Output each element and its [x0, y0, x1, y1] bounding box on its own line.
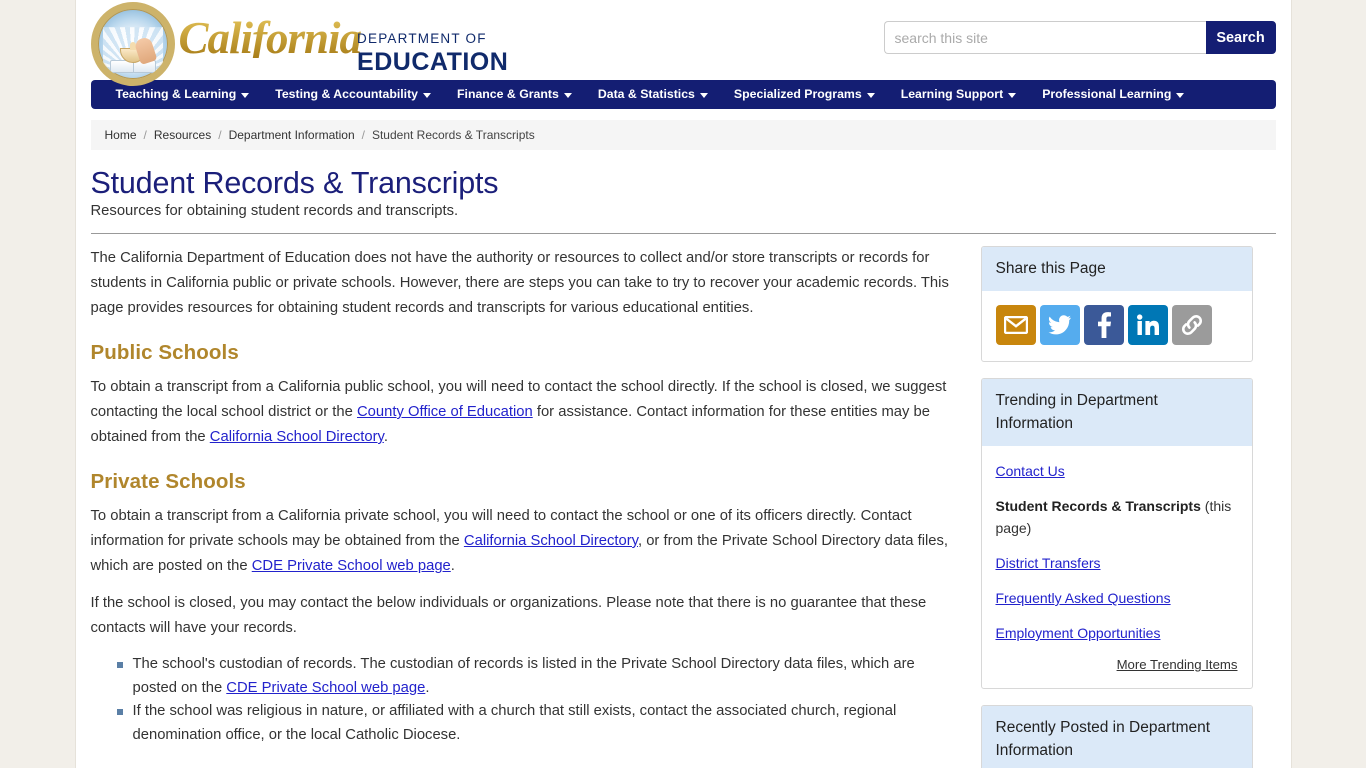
- breadcrumb-item-student-records-transcripts: Student Records & Transcripts: [371, 128, 535, 142]
- chevron-down-icon: [699, 93, 708, 98]
- page-subtitle: Resources for obtaining student records …: [90, 203, 459, 219]
- sidebar: Share this Page Trending in Department I…: [980, 234, 1253, 768]
- trending-item-label[interactable]: District Transfers: [996, 555, 1101, 571]
- breadcrumb-separator: /: [361, 128, 365, 142]
- facebook-share-icon[interactable]: [1083, 305, 1124, 345]
- trending-item-frequently-asked-questions[interactable]: Frequently Asked Questions: [996, 587, 1238, 609]
- link-california-school-directory[interactable]: California School Directory: [464, 533, 638, 549]
- site-logo[interactable]: DEPARTMENT OF EDUCATION California DEPAR…: [90, 2, 509, 86]
- trending-item-district-transfers[interactable]: District Transfers: [996, 552, 1238, 574]
- nav-item-specialized-programs[interactable]: Specialized Programs: [721, 80, 888, 109]
- email-share-icon[interactable]: [995, 305, 1036, 345]
- section-paragraph-private-schools: To obtain a transcript from a California…: [90, 508, 949, 574]
- recently-posted-panel-title: Recently Posted in Department Informatio…: [981, 706, 1252, 768]
- trending-panel: Trending in Department Information Conta…: [980, 378, 1253, 689]
- breadcrumb-separator: /: [218, 128, 222, 142]
- recently-posted-panel: Recently Posted in Department Informatio…: [980, 705, 1253, 768]
- twitter-share-icon[interactable]: [1039, 305, 1080, 345]
- share-panel-title: Share this Page: [981, 247, 1252, 291]
- trending-panel-body: Contact Us Student Records & Transcripts …: [982, 446, 1252, 688]
- share-panel: Share this Page: [980, 246, 1253, 362]
- trending-item-contact-us[interactable]: Contact Us: [996, 460, 1238, 482]
- wordmark-california: California: [178, 13, 363, 63]
- breadcrumb: Home / Resources / Department Information / St…: [90, 120, 1276, 150]
- share-panel-body: [982, 291, 1252, 361]
- link-county-office-of-education[interactable]: County Office of Education: [357, 404, 533, 420]
- wordmark-department-of: DEPARTMENT OF: [357, 31, 487, 46]
- search-input[interactable]: [883, 21, 1206, 54]
- link-cde-private-school-web-page[interactable]: CDE Private School web page: [252, 558, 451, 574]
- list-item: If the school was religious in nature, o…: [116, 700, 951, 747]
- share-icons: [995, 305, 1238, 345]
- search-button[interactable]: Search: [1205, 21, 1276, 54]
- content-columns: The California Department of Education d…: [91, 234, 1276, 768]
- linkedin-share-icon[interactable]: [1127, 305, 1168, 345]
- site-search: Search: [883, 21, 1276, 54]
- more-trending-items-link[interactable]: More Trending Items: [1117, 657, 1238, 672]
- link-california-school-directory[interactable]: California School Directory: [210, 429, 384, 445]
- page-title-block: Student Records & Transcripts Resources …: [90, 166, 1276, 234]
- breadcrumb-item-department-information[interactable]: Department Information: [229, 128, 355, 142]
- chevron-down-icon: [1176, 93, 1185, 98]
- trending-list: Contact Us Student Records & Transcripts …: [996, 460, 1238, 644]
- wordmark: California DEPARTMENT OF EDUCATION: [178, 2, 509, 76]
- page-container: DEPARTMENT OF EDUCATION California DEPAR…: [74, 0, 1292, 768]
- section-heading-public-schools: Public Schools: [90, 341, 239, 364]
- contacts-list: The school's custodian of records. The c…: [91, 653, 951, 747]
- intro-paragraph: The California Department of Education d…: [90, 250, 949, 316]
- trending-item-label: Student Records & Transcripts: [995, 498, 1201, 514]
- breadcrumb-item-home[interactable]: Home: [105, 128, 137, 142]
- chevron-down-icon: [866, 93, 875, 98]
- trending-item-label[interactable]: Frequently Asked Questions: [996, 590, 1171, 606]
- copy-link-icon[interactable]: [1171, 305, 1212, 345]
- chevron-down-icon: [423, 93, 432, 98]
- main-content: The California Department of Education d…: [91, 234, 981, 768]
- seal-ring-text: DEPARTMENT OF EDUCATION: [92, 4, 173, 71]
- trending-item-label[interactable]: Contact Us: [996, 463, 1065, 479]
- nav-item-data-statistics[interactable]: Data & Statistics: [585, 80, 721, 109]
- breadcrumb-item-resources[interactable]: Resources: [154, 128, 211, 142]
- chevron-down-icon: [1008, 93, 1017, 98]
- more-trending-items[interactable]: More Trending Items: [996, 657, 1238, 672]
- link-cde-private-school-web-page[interactable]: CDE Private School web page: [226, 680, 425, 696]
- section-paragraph-public-schools: To obtain a transcript from a California…: [90, 379, 947, 445]
- nav-item-label: Professional Learning: [1042, 87, 1172, 101]
- nav-item-label: Data & Statistics: [597, 87, 695, 101]
- section-heading-private-schools: Private Schools: [90, 470, 246, 493]
- trending-item-student-records-transcripts: Student Records & Transcripts (this page…: [995, 498, 1232, 536]
- nav-item-label: Specialized Programs: [733, 87, 862, 101]
- site-header: DEPARTMENT OF EDUCATION California DEPAR…: [76, 0, 1291, 86]
- trending-item-employment-opportunities[interactable]: Employment Opportunities: [996, 622, 1238, 644]
- chevron-down-icon: [563, 93, 572, 98]
- wordmark-education: EDUCATION: [357, 48, 509, 76]
- breadcrumb-separator: /: [143, 128, 147, 142]
- nav-item-label: Learning Support: [900, 87, 1004, 101]
- list-item: The school's custodian of records. The c…: [116, 653, 951, 700]
- nav-item-learning-support[interactable]: Learning Support: [888, 80, 1029, 109]
- trending-panel-title: Trending in Department Information: [981, 379, 1252, 446]
- closed-school-note: If the school is closed, you may contact…: [90, 595, 927, 636]
- nav-item-professional-learning[interactable]: Professional Learning: [1029, 80, 1197, 109]
- trending-item-label[interactable]: Employment Opportunities: [996, 625, 1161, 641]
- chevron-down-icon: [241, 93, 250, 98]
- page-title: Student Records & Transcripts: [90, 166, 499, 200]
- cde-seal-icon: DEPARTMENT OF EDUCATION: [90, 2, 175, 86]
